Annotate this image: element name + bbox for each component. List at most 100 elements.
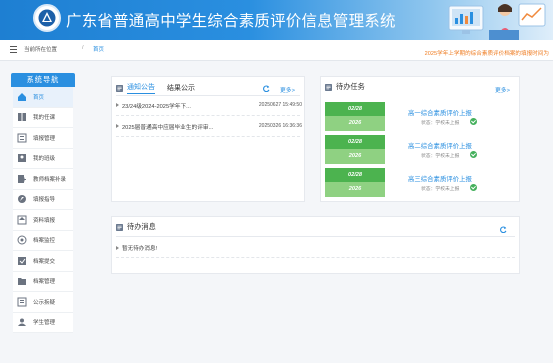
- message-panel: 待办消息 暂无待办消息!: [111, 216, 520, 274]
- task-name-link[interactable]: 高一综合素质评价上报: [408, 108, 472, 117]
- sidebar-item-label: 档案管理: [33, 279, 56, 286]
- task-name-link[interactable]: 高二综合素质评价上报: [408, 141, 472, 150]
- task-date: 02/28: [325, 135, 385, 149]
- task-date: 02/28: [325, 102, 385, 116]
- breadcrumb-bar: 当前所在位置 / 首页 2025学年上学期的综合素质评价档案的填报时间为: [0, 40, 553, 61]
- menu-toggle-icon[interactable]: [10, 46, 17, 53]
- task-year: 2026: [325, 116, 385, 131]
- sidebar-item-4[interactable]: 教师档案补录: [13, 169, 73, 190]
- monitor-icon: [17, 235, 27, 245]
- folder-icon: [18, 278, 26, 286]
- notice-more-link[interactable]: 更多>: [280, 85, 295, 94]
- logo-emblem-icon: [38, 9, 56, 27]
- sidebar-item-label: 学生管理: [33, 320, 56, 327]
- notice-title[interactable]: 23/24级2024-2025学年下...: [122, 101, 259, 110]
- task-panel-title: 待办任务: [336, 82, 365, 91]
- sidebar-item-7[interactable]: 档案监控: [13, 230, 73, 251]
- task-item[interactable]: 02/28 2026 高一综合素质评价上报状态：学校未上报: [325, 102, 515, 131]
- message-empty-row: 暂无待办消息!: [116, 244, 157, 252]
- bullet-icon: [116, 124, 119, 128]
- sidebar-item-label: 教师档案补录: [33, 176, 67, 183]
- app-title: 广东省普通高中学生综合素质评价信息管理系统: [66, 13, 396, 30]
- sidebar-item-3[interactable]: 我的班级: [13, 148, 73, 169]
- task-panel: 待办任务 更多> 02/28 2026 高一综合素质评价上报 状态：学校未上报 02/2…: [320, 76, 520, 202]
- sidebar-item-label: 资料填报: [33, 217, 56, 224]
- message-panel-header: 待办消息: [116, 222, 156, 232]
- task-status: 状态：学校未上报: [421, 121, 460, 126]
- task-status: 状态：学校未上报: [421, 154, 460, 159]
- sidebar-item-label: 我的班级: [33, 156, 56, 163]
- header-illustration: [448, 3, 546, 40]
- task-list-icon: [325, 83, 332, 91]
- sidebar-item-label: 档案监控: [33, 238, 56, 245]
- sidebar-item-9[interactable]: 档案管理: [13, 271, 73, 292]
- form-icon: [17, 133, 27, 143]
- sidebar-item-11[interactable]: 学生管理: [13, 312, 73, 333]
- sidebar-item-label: 填报指导: [33, 197, 56, 204]
- task-year: 2026: [325, 149, 385, 164]
- check-circle-icon: [470, 184, 477, 191]
- app-header: 广东省普通高中学生综合素质评价信息管理系统: [0, 0, 553, 40]
- book-icon: [18, 113, 26, 122]
- sidebar-item-6[interactable]: 资料填报: [13, 210, 73, 231]
- user-icon: [18, 318, 26, 327]
- task-date-badge: 02/28 2026: [325, 168, 385, 197]
- file-add-icon: [18, 174, 26, 183]
- sidebar-title: 系统导航: [11, 73, 75, 87]
- bullet-icon: [116, 103, 119, 107]
- logo: [33, 4, 61, 32]
- bullet-icon: [116, 246, 119, 250]
- class-icon: [18, 154, 26, 163]
- notice-title[interactable]: 2025届普通高中应届毕业生的评审...: [122, 122, 259, 131]
- notice-date: 20250627 15:49:50: [258, 102, 302, 108]
- announcement-marquee: 2025学年上学期的综合素质评价档案的填报时间为: [424, 51, 549, 57]
- submit-icon: [18, 256, 26, 265]
- sidebar-item-10[interactable]: 公示拆疑: [13, 292, 73, 313]
- message-panel-title: 待办消息: [127, 222, 156, 231]
- sidebar-item-label: 公示拆疑: [33, 299, 56, 306]
- row-divider: [116, 115, 300, 116]
- task-name-link[interactable]: 高三综合素质评价上报: [408, 174, 472, 183]
- notice-list-icon: [116, 84, 123, 92]
- refresh-icon[interactable]: [500, 226, 507, 233]
- upload-icon: [17, 215, 27, 225]
- check-circle-icon: [470, 118, 477, 125]
- divider: [116, 95, 300, 96]
- task-panel-header: 待办任务: [325, 82, 365, 92]
- task-date-badge: 02/28 2026: [325, 102, 385, 131]
- task-year: 2026: [325, 182, 385, 197]
- notice-icon: [17, 297, 27, 307]
- tab-notices[interactable]: 通知公告: [127, 82, 155, 94]
- sidebar-item-1[interactable]: 我的任课: [13, 107, 73, 128]
- task-item[interactable]: 02/28 2026 高二综合素质评价上报状态：学校未上报: [325, 135, 515, 164]
- sidebar-item-2[interactable]: 填报管理: [13, 128, 73, 149]
- notice-row[interactable]: 23/24级2024-2025学年下... 20250627 15:49:50: [116, 98, 302, 112]
- tab-results[interactable]: 结果公示: [167, 83, 195, 93]
- sidebar-item-0[interactable]: 首页: [13, 87, 73, 108]
- sidebar-item-label: 填报管理: [33, 135, 56, 142]
- task-more-link[interactable]: 更多>: [495, 85, 510, 94]
- sidebar-item-label: 档案提交: [33, 258, 56, 265]
- row-divider: [116, 136, 300, 137]
- sidebar-item-label: 首页: [33, 94, 45, 101]
- task-status: 状态：学校未上报: [421, 187, 460, 192]
- message-list-icon: [116, 223, 123, 231]
- message-empty-text: 暂无待办消息!: [122, 246, 158, 252]
- breadcrumb-home-link[interactable]: 首页: [93, 45, 104, 53]
- refresh-icon[interactable]: [263, 85, 270, 92]
- breadcrumb-location-label: 当前所在位置: [24, 47, 58, 53]
- notice-panel: 通知公告 结果公示 更多> 23/24级2024-2025学年下... 2025…: [111, 76, 305, 202]
- compass-icon: [18, 195, 26, 204]
- sidebar-nav: 系统导航 首页我的任课填报管理我的班级教师档案补录 填报指导资料填报档案监控档案提…: [11, 73, 75, 363]
- divider: [116, 236, 515, 237]
- check-circle-icon: [470, 151, 477, 158]
- task-item[interactable]: 02/28 2026 高三综合素质评价上报状态：学校未上报: [325, 168, 515, 197]
- task-date-badge: 02/28 2026: [325, 135, 385, 164]
- notice-row[interactable]: 2025届普通高中应届毕业生的评审... 20250326 16:36:36: [116, 119, 302, 133]
- sidebar-item-5[interactable]: 填报指导: [13, 189, 73, 210]
- sidebar-item-label: 我的任课: [33, 115, 56, 122]
- sidebar-item-8[interactable]: 档案提交: [13, 251, 73, 272]
- task-date: 02/28: [325, 168, 385, 182]
- row-divider: [116, 257, 515, 258]
- notice-date: 20250326 16:36:36: [258, 123, 302, 129]
